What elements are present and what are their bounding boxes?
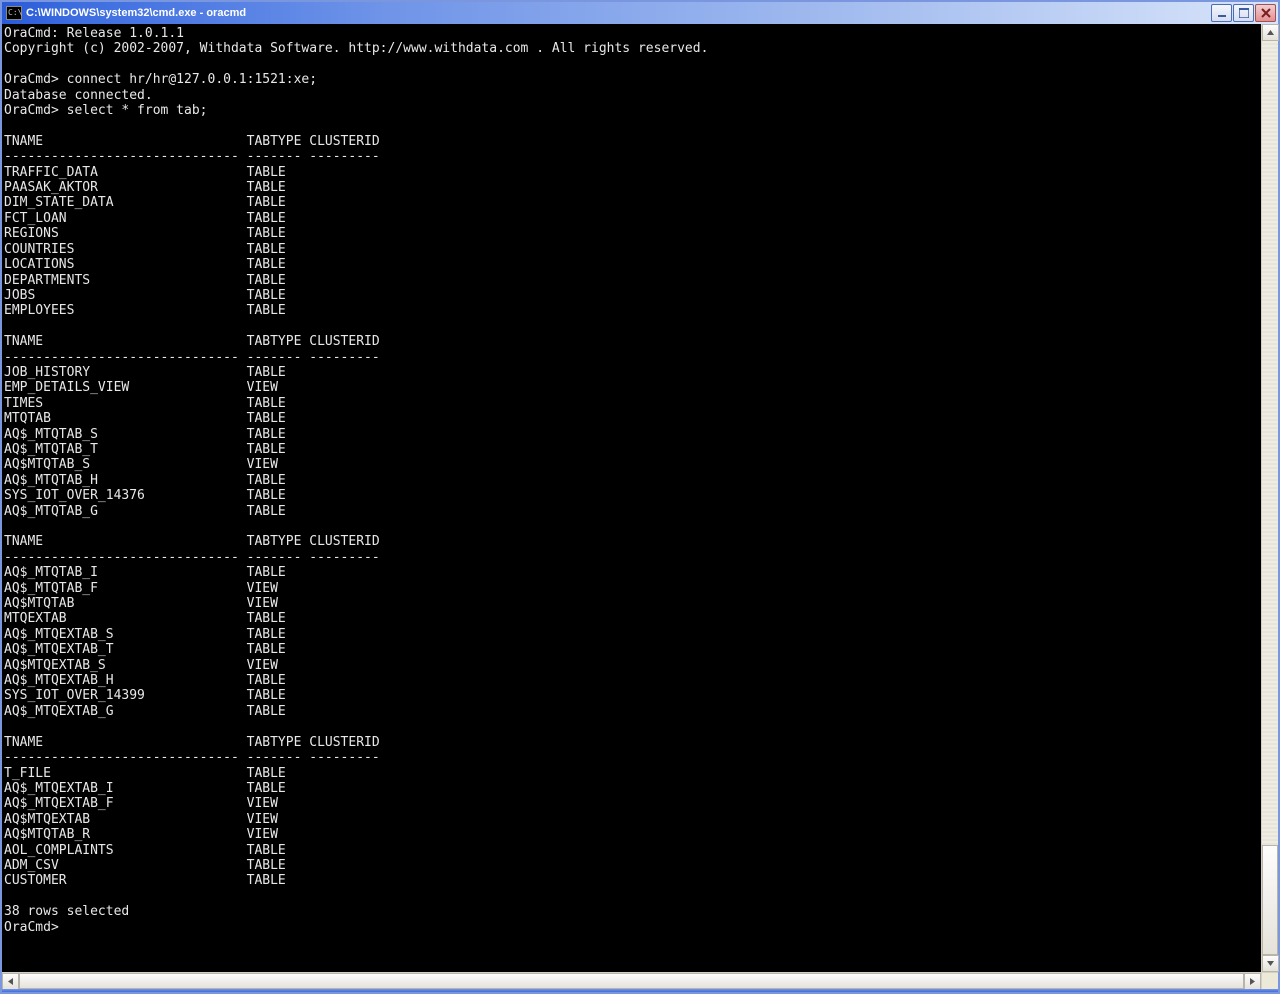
close-icon (1261, 8, 1271, 18)
vertical-scrollbar[interactable] (1261, 24, 1278, 972)
window-bottom-border (2, 989, 1278, 992)
client-area: OraCmd: Release 1.0.1.1 Copyright (c) 20… (2, 24, 1278, 989)
scroll-right-button[interactable] (1244, 973, 1261, 990)
horizontal-scroll-track[interactable] (19, 973, 1244, 989)
vertical-scroll-track[interactable] (1262, 41, 1278, 955)
scroll-left-button[interactable] (2, 973, 19, 990)
chevron-up-icon (1267, 30, 1274, 35)
horizontal-scrollbar[interactable] (2, 972, 1261, 989)
terminal-output[interactable]: OraCmd: Release 1.0.1.1 Copyright (c) 20… (2, 24, 1261, 972)
scroll-up-button[interactable] (1262, 24, 1279, 41)
minimize-button[interactable] (1211, 4, 1232, 22)
close-button[interactable] (1255, 4, 1276, 22)
maximize-button[interactable] (1233, 4, 1254, 22)
cmd-icon: C:\ (6, 6, 22, 20)
minimize-icon (1217, 8, 1227, 18)
chevron-down-icon (1267, 961, 1274, 966)
horizontal-scroll-thumb[interactable] (19, 973, 1244, 989)
scrollbar-corner (1261, 972, 1278, 989)
scroll-down-button[interactable] (1262, 955, 1279, 972)
window-title: C:\WINDOWS\system32\cmd.exe - oracmd (26, 8, 1211, 19)
titlebar: C:\ C:\WINDOWS\system32\cmd.exe - oracmd (2, 2, 1278, 24)
window-buttons (1211, 4, 1276, 22)
chevron-right-icon (1250, 978, 1255, 985)
maximize-icon (1239, 8, 1249, 18)
vertical-scroll-thumb[interactable] (1262, 845, 1278, 955)
chevron-left-icon (8, 978, 13, 985)
